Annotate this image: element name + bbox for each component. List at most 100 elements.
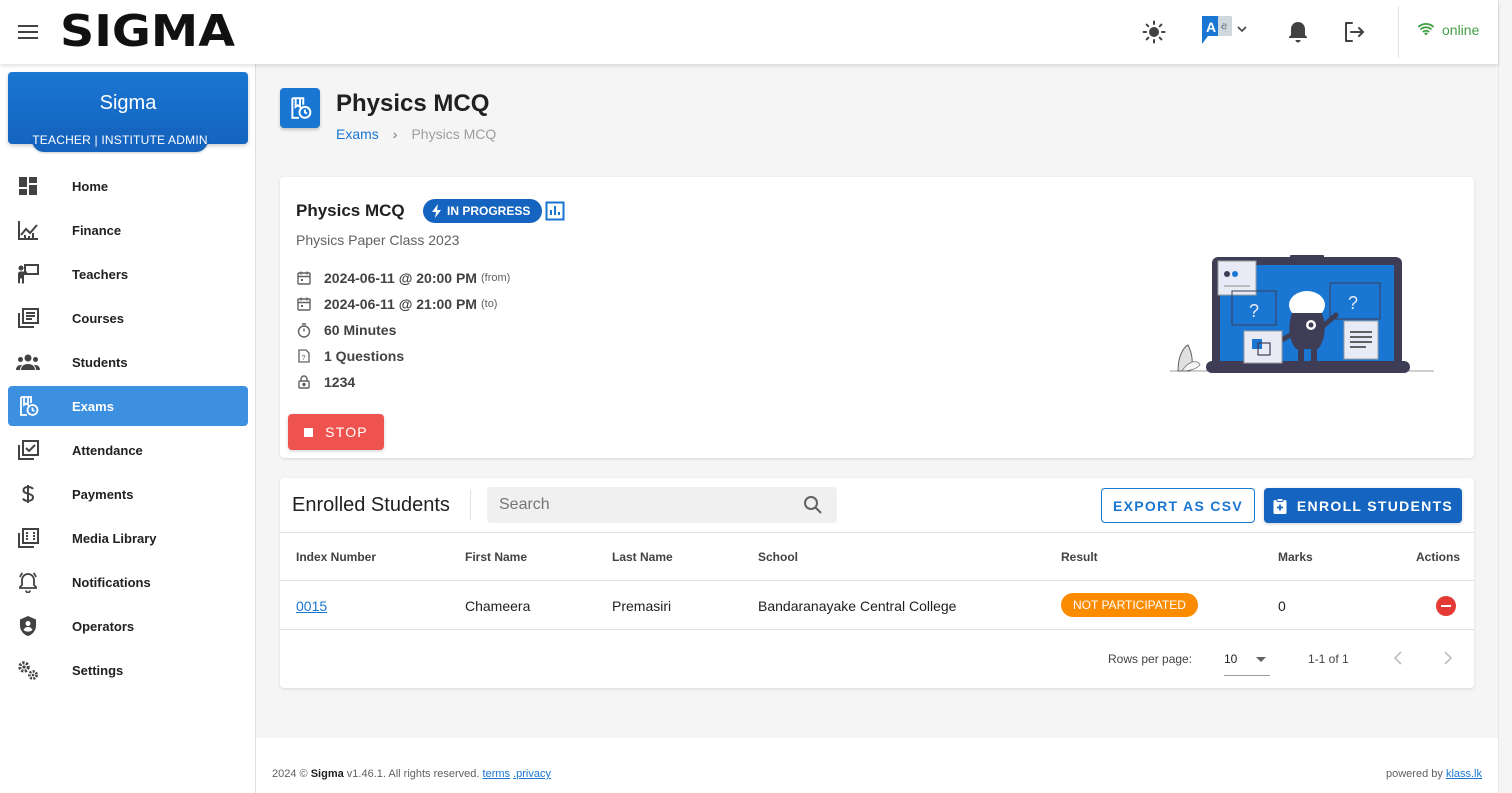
sidebar-item-home[interactable]: Home	[8, 166, 248, 206]
student-school: Bandaranayake Central College	[758, 598, 957, 614]
calendar-icon	[296, 271, 312, 285]
page-scrollbar[interactable]	[1498, 0, 1512, 793]
student-search-input[interactable]	[499, 487, 799, 523]
table-header: Index Number First Name Last Name School…	[280, 532, 1474, 581]
stop-square-icon	[304, 427, 314, 437]
svg-text:?: ?	[302, 355, 306, 362]
shield-icon	[8, 615, 48, 637]
sidebar-item-operators[interactable]: Operators	[8, 606, 248, 646]
question-file-icon: ?	[296, 349, 312, 363]
student-marks: 0	[1278, 598, 1286, 614]
breadcrumb-exams-link[interactable]: Exams	[336, 126, 379, 142]
exam-status-badge: IN PROGRESS	[423, 199, 543, 223]
column-header-first-name[interactable]: First Name	[465, 550, 527, 564]
bell-ring-icon	[8, 571, 48, 593]
top-app-bar: SIGMA Aඅ online	[0, 0, 1498, 64]
sidebar-item-courses[interactable]: Courses	[8, 298, 248, 338]
top-bar-divider	[1398, 6, 1399, 58]
search-icon[interactable]	[803, 495, 823, 520]
stop-exam-button[interactable]: STOP	[288, 414, 384, 450]
sidebar-item-teachers[interactable]: Teachers	[8, 254, 248, 294]
exam-duration: 60 Minutes	[296, 320, 396, 340]
sidebar-item-notifications[interactable]: Notifications	[8, 562, 248, 602]
sidebar-item-label: Notifications	[72, 574, 151, 590]
lightning-icon	[432, 204, 441, 218]
column-header-actions: Actions	[1416, 550, 1461, 564]
result-status-badge: NOT PARTICIPATED	[1061, 593, 1198, 617]
sidebar-item-media-library[interactable]: Media Library	[8, 518, 248, 558]
exam-status-label: IN PROGRESS	[447, 204, 531, 218]
theme-toggle-sun-icon[interactable]	[1140, 18, 1168, 46]
finance-chart-icon	[8, 220, 48, 240]
column-header-index-number[interactable]: Index Number	[296, 550, 376, 564]
exam-password: 1234	[296, 372, 355, 392]
notifications-bell-icon[interactable]	[1284, 18, 1312, 46]
sidebar-item-attendance[interactable]: Attendance	[8, 430, 248, 470]
toolbar-divider	[470, 490, 471, 520]
exam-start-time: 2024-06-11 @ 20:00 PM (from)	[296, 268, 510, 288]
rows-per-page-select[interactable]: 10	[1224, 642, 1270, 676]
column-header-last-name[interactable]: Last Name	[612, 550, 673, 564]
enroll-students-label: ENROLL STUDENTS	[1296, 497, 1454, 514]
exam-duration-value: 60 Minutes	[324, 322, 397, 338]
sidebar-item-payments[interactable]: Payments	[8, 474, 248, 514]
column-header-school[interactable]: School	[758, 550, 798, 564]
sidebar-item-label: Finance	[72, 222, 122, 238]
table-pagination: Rows per page: 10 1-1 of 1	[280, 630, 1474, 688]
wifi-icon	[1418, 23, 1434, 36]
dashboard-icon	[8, 176, 48, 196]
sidebar-item-settings[interactable]: Settings	[8, 650, 248, 690]
sidebar-item-finance[interactable]: Finance	[8, 210, 248, 250]
privacy-link[interactable]: .privacy	[513, 768, 551, 780]
export-csv-button[interactable]: EXPORT AS CSV	[1101, 488, 1255, 523]
page-title: Physics MCQ	[336, 90, 490, 117]
sidebar-item-label: Students	[72, 354, 128, 370]
exam-title: Physics MCQ	[296, 201, 405, 220]
sidebar-item-label: Operators	[72, 618, 135, 634]
footer-version: v1.46.1. All rights reserved.	[346, 768, 480, 780]
exam-question-count: ? 1 Questions	[296, 346, 404, 366]
column-header-result[interactable]: Result	[1061, 550, 1098, 564]
student-first-name: Chameera	[465, 598, 531, 614]
sidebar-item-students[interactable]: Students	[8, 342, 248, 382]
dollar-icon	[8, 484, 48, 504]
sidebar-item-label: Payments	[72, 486, 134, 502]
exam-page-icon	[280, 88, 320, 128]
stop-button-label: STOP	[325, 424, 368, 440]
logout-icon[interactable]	[1340, 18, 1368, 46]
column-header-marks[interactable]: Marks	[1278, 550, 1313, 564]
language-translate-icon[interactable]: Aඅ	[1200, 14, 1250, 48]
sidebar-item-label: Media Library	[72, 530, 157, 546]
exam-stats-chart-icon[interactable]	[545, 201, 565, 221]
exam-details-card: Physics MCQ IN PROGRESS Physics Paper Cl…	[280, 177, 1474, 458]
media-library-icon	[8, 528, 48, 548]
student-index-link[interactable]: 0015	[296, 598, 327, 614]
user-role-badge: TEACHER | INSTITUTE ADMIN	[32, 128, 208, 152]
lock-icon	[296, 375, 312, 389]
exam-icon	[8, 395, 48, 417]
rows-per-page-label: Rows per page:	[1108, 652, 1193, 666]
sidebar-item-exams[interactable]: Exams	[8, 386, 248, 426]
previous-page-icon[interactable]	[1386, 646, 1410, 670]
breadcrumb: Exams › Physics MCQ	[336, 126, 496, 142]
students-icon	[8, 353, 48, 371]
svg-text:A: A	[1206, 19, 1216, 35]
sidebar-item-label: Settings	[72, 662, 124, 678]
next-page-icon[interactable]	[1436, 646, 1460, 670]
enroll-students-button[interactable]: ENROLL STUDENTS	[1264, 488, 1462, 523]
svg-text:?: ?	[1249, 301, 1259, 321]
courses-icon	[8, 308, 48, 328]
exam-end-time: 2024-06-11 @ 21:00 PM (to)	[296, 294, 497, 314]
remove-student-icon[interactable]	[1436, 596, 1456, 616]
student-last-name: Premasiri	[612, 598, 672, 614]
timer-icon	[296, 322, 312, 338]
klass-link[interactable]: klass.lk	[1446, 768, 1482, 780]
terms-link[interactable]: terms	[483, 768, 511, 780]
exam-password-value: 1234	[324, 374, 356, 390]
footer-brand: Sigma	[310, 768, 344, 780]
cogs-icon	[8, 659, 48, 681]
app-logo[interactable]: SIGMA	[60, 6, 235, 57]
breadcrumb-current: Physics MCQ	[411, 126, 497, 142]
hamburger-menu-icon[interactable]	[14, 18, 42, 46]
exam-to-suffix: (to)	[480, 298, 498, 310]
